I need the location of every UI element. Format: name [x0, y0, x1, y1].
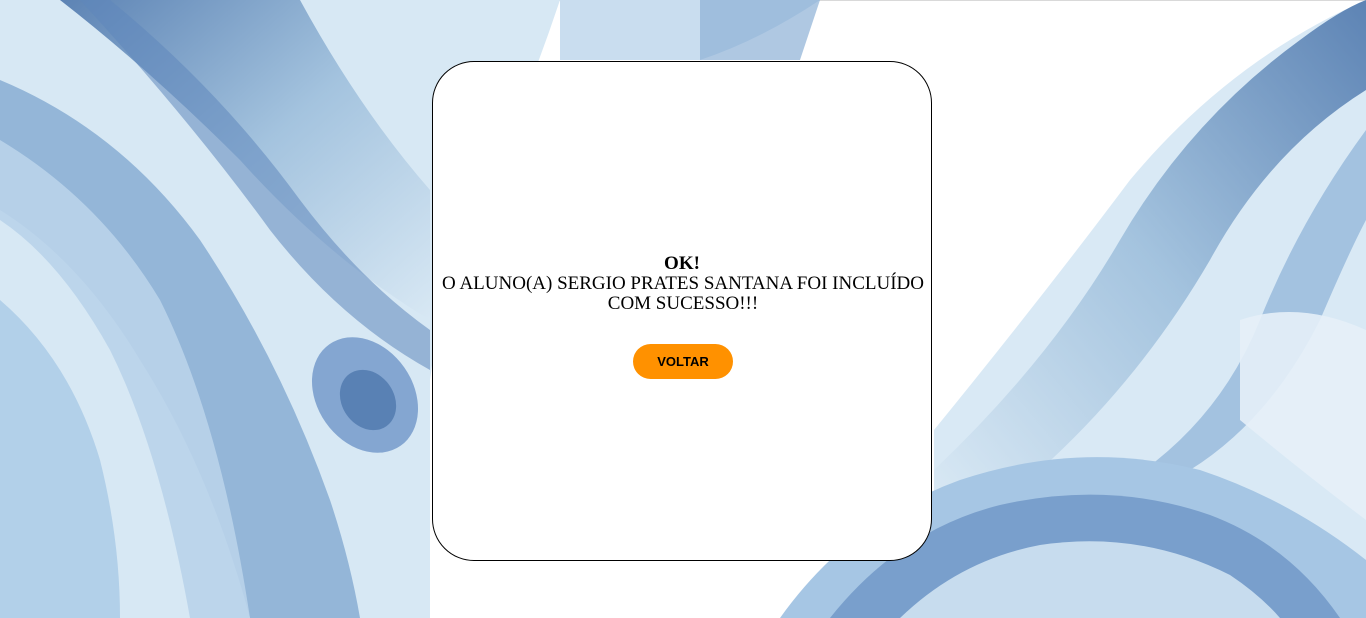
success-dialog: OK! O ALUNO(A) SERGIO PRATES SANTANA FOI…	[432, 61, 932, 561]
page: OK! O ALUNO(A) SERGIO PRATES SANTANA FOI…	[0, 0, 1366, 618]
voltar-button[interactable]: VOLTAR	[633, 344, 733, 379]
dialog-message: O ALUNO(A) SERGIO PRATES SANTANA FOI INC…	[442, 273, 924, 314]
dialog-title: OK!	[664, 253, 700, 274]
